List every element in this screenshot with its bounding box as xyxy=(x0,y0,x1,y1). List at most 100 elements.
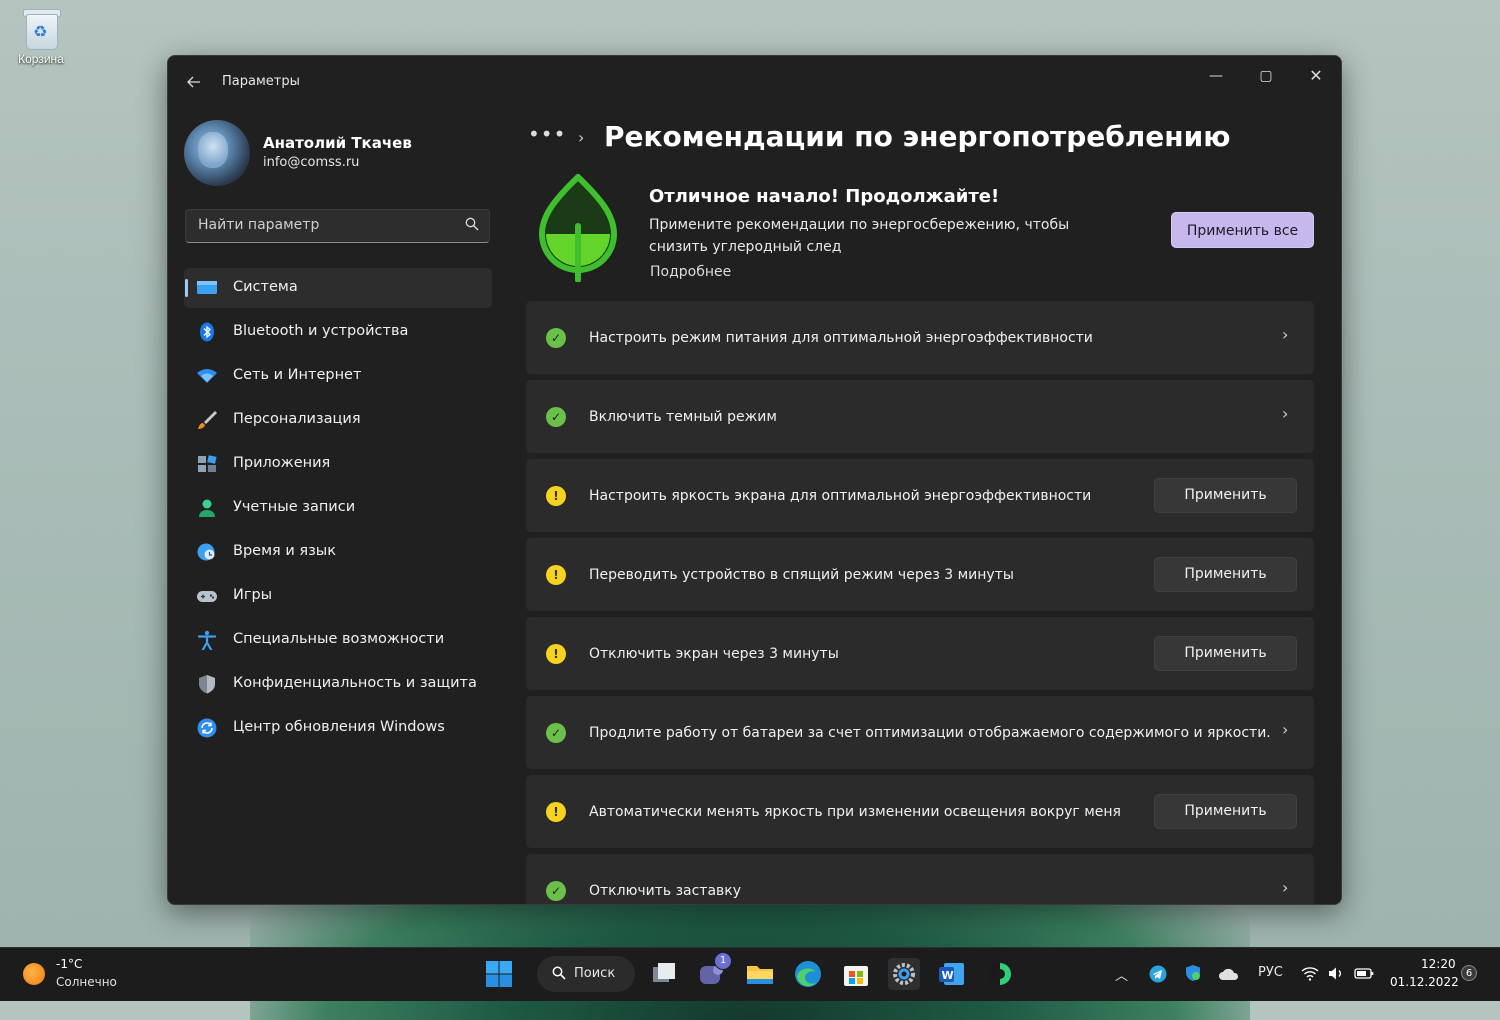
sidebar-item-network[interactable]: Сеть и Интернет xyxy=(184,356,492,396)
breadcrumb: ••• › Рекомендации по энергопотреблению xyxy=(528,118,1328,162)
weather-description: Солнечно xyxy=(56,975,117,989)
sidebar-item-gaming[interactable]: Игры xyxy=(184,576,492,616)
recommendation-card: ! Автоматически менять яркость при измен… xyxy=(526,775,1314,848)
sidebar-item-windows-update[interactable]: Центр обновления Windows xyxy=(184,708,492,748)
warning-icon: ! xyxy=(546,802,566,822)
search-icon xyxy=(552,966,566,980)
update-icon xyxy=(197,718,217,738)
recommendation-text: Включить темный режим xyxy=(589,409,777,425)
sidebar-item-label: Сеть и Интернет xyxy=(233,367,362,383)
sidebar-item-label: Центр обновления Windows xyxy=(233,719,445,735)
clock-date[interactable]: 01.12.2022 xyxy=(1390,975,1459,989)
taskbar-search[interactable]: Поиск xyxy=(537,956,635,992)
person-icon xyxy=(199,499,215,517)
checkmark-icon: ✓ xyxy=(546,328,566,348)
recycle-bin[interactable]: ♻ Корзина xyxy=(8,6,74,66)
leaf-icon xyxy=(538,174,618,282)
volume-icon[interactable] xyxy=(1327,966,1345,981)
recommendations-list: ✓ Настроить режим питания для оптимально… xyxy=(526,301,1314,904)
sidebar-item-time-language[interactable]: Время и язык xyxy=(184,532,492,572)
user-name: Анатолий Ткачев xyxy=(263,134,412,152)
recommendation-card: ! Настроить яркость экрана для оптимальн… xyxy=(526,459,1314,532)
title-bar: Параметры — ▢ ✕ xyxy=(168,56,1341,106)
breadcrumb-more-button[interactable]: ••• xyxy=(528,122,566,146)
sidebar-item-label: Система xyxy=(233,279,298,295)
chat-app[interactable]: 1 xyxy=(696,952,732,990)
sidebar-item-system[interactable]: Система xyxy=(184,268,492,308)
app-title: Параметры xyxy=(222,74,300,89)
warning-icon: ! xyxy=(546,486,566,506)
maximize-button[interactable]: ▢ xyxy=(1243,60,1289,92)
user-email: info@comss.ru xyxy=(263,155,360,170)
sidebar-item-label: Время и язык xyxy=(233,543,337,559)
checkmark-icon: ✓ xyxy=(546,723,566,743)
sidebar-item-accessibility[interactable]: Специальные возможности xyxy=(184,620,492,660)
microsoft-store-icon[interactable] xyxy=(840,958,872,990)
chevron-right-icon: › xyxy=(1282,404,1289,423)
shield-icon xyxy=(199,675,215,694)
recommendation-card: ! Отключить экран через 3 минуты Примени… xyxy=(526,617,1314,690)
apply-button[interactable]: Применить xyxy=(1154,794,1297,829)
word-icon[interactable]: W xyxy=(936,958,968,990)
file-explorer-icon[interactable] xyxy=(744,958,776,990)
apply-button[interactable]: Применить xyxy=(1154,636,1297,671)
recommendation-text: Настроить яркость экрана для оптимальной… xyxy=(589,488,1092,504)
sidebar-item-label: Персонализация xyxy=(233,411,361,427)
close-button[interactable]: ✕ xyxy=(1293,60,1339,92)
search-icon xyxy=(465,217,479,231)
hero-heading: Отличное начало! Продолжайте! xyxy=(649,186,1000,207)
chat-badge: 1 xyxy=(714,952,732,970)
chevron-up-icon[interactable]: ︿ xyxy=(1115,965,1128,984)
weather-temperature: -1°C xyxy=(56,957,83,971)
task-view-icon[interactable] xyxy=(648,958,680,990)
apply-all-button[interactable]: Применить все xyxy=(1171,212,1314,248)
wifi-status-icon[interactable] xyxy=(1301,966,1319,981)
clock-time[interactable]: 12:20 xyxy=(1421,957,1456,971)
recycle-bin-icon: ♻ xyxy=(21,6,61,50)
sidebar-item-label: Приложения xyxy=(233,455,331,471)
sidebar-item-bluetooth[interactable]: Bluetooth и устройства xyxy=(184,312,492,352)
apply-button[interactable]: Применить xyxy=(1154,478,1297,513)
app-shield-icon[interactable] xyxy=(984,958,1016,990)
warning-icon: ! xyxy=(546,565,566,585)
sidebar-item-apps[interactable]: Приложения xyxy=(184,444,492,484)
sidebar-item-label: Специальные возможности xyxy=(233,631,445,647)
defender-icon[interactable] xyxy=(1184,964,1202,982)
sidebar-item-label: Bluetooth и устройства xyxy=(233,323,409,339)
input-language[interactable]: РУС xyxy=(1258,965,1283,980)
monitor-icon xyxy=(197,281,217,294)
recommendation-text: Отключить экран через 3 минуты xyxy=(589,646,839,662)
recommendation-text: Настроить режим питания для оптимальной … xyxy=(589,330,1093,346)
chevron-right-icon: › xyxy=(1282,878,1289,897)
sidebar-item-label: Конфиденциальность и защита xyxy=(233,675,477,691)
sidebar-item-personalization[interactable]: Персонализация xyxy=(184,400,492,440)
taskbar: -1°C Солнечно Поиск 1 W ︿ РУС 12:20 01.1… xyxy=(0,947,1500,1001)
recommendation-text: Автоматически менять яркость при изменен… xyxy=(589,804,1121,820)
apply-button[interactable]: Применить xyxy=(1154,557,1297,592)
sidebar-item-privacy[interactable]: Конфиденциальность и защита xyxy=(184,664,492,704)
minimize-button[interactable]: — xyxy=(1193,60,1239,92)
sun-icon xyxy=(23,963,45,985)
user-profile[interactable]: Анатолий Ткачев info@comss.ru xyxy=(184,118,494,188)
telegram-icon[interactable] xyxy=(1149,965,1167,983)
back-button[interactable] xyxy=(180,68,208,96)
recommendation-text: Отключить заставку xyxy=(589,883,742,899)
notification-badge[interactable]: 6 xyxy=(1461,965,1477,981)
arrow-left-icon xyxy=(187,76,200,88)
learn-more-link[interactable]: Подробнее xyxy=(650,264,731,280)
onedrive-cloud-icon[interactable] xyxy=(1218,967,1240,981)
recommendation-card[interactable]: ✓ Настроить режим питания для оптимально… xyxy=(526,301,1314,374)
recommendation-card[interactable]: ✓ Продлите работу от батареи за счет опт… xyxy=(526,696,1314,769)
search-box[interactable] xyxy=(185,209,490,243)
wifi-icon xyxy=(197,369,217,383)
recommendation-card[interactable]: ✓ Включить темный режим › xyxy=(526,380,1314,453)
edge-browser-icon[interactable] xyxy=(792,958,824,990)
windows-start-icon[interactable] xyxy=(483,958,515,990)
sidebar-item-accounts[interactable]: Учетные записи xyxy=(184,488,492,528)
battery-icon[interactable] xyxy=(1354,967,1374,980)
settings-gear-icon[interactable] xyxy=(888,958,920,990)
clock-globe-icon xyxy=(197,543,215,561)
hero-description: Примените рекомендации по энергосбережен… xyxy=(649,217,1070,255)
search-input[interactable] xyxy=(196,216,460,234)
recommendation-card[interactable]: ✓ Отключить заставку › xyxy=(526,854,1314,904)
